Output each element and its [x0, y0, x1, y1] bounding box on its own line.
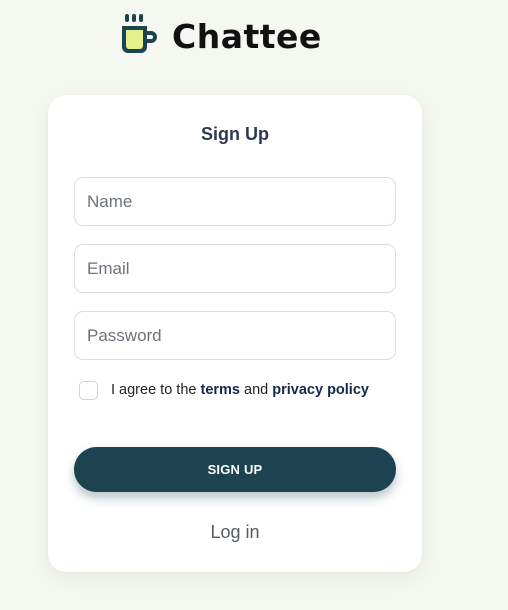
terms-agreement: I agree to the terms and privacy policy [79, 380, 369, 400]
terms-link[interactable]: terms [200, 382, 240, 398]
agree-text: I agree to the terms and privacy policy [111, 382, 369, 398]
agree-checkbox[interactable] [79, 380, 98, 400]
coffee-cup-icon [122, 14, 157, 53]
signup-card: Sign Up I agree to the terms and privacy… [48, 95, 422, 572]
brand-name: Chattee [172, 17, 322, 56]
brand-logo: Chattee [118, 12, 322, 60]
log-in-link[interactable]: Log in [48, 522, 422, 543]
password-input[interactable] [74, 311, 396, 360]
agree-prefix: I agree to the [111, 382, 197, 398]
form-title: Sign Up [201, 124, 269, 144]
email-input[interactable] [74, 244, 396, 293]
name-input[interactable] [74, 177, 396, 226]
agree-conjunction: and [244, 382, 269, 398]
sign-up-button[interactable]: SIGN UP [74, 447, 396, 492]
privacy-policy-link[interactable]: privacy policy [272, 382, 369, 398]
